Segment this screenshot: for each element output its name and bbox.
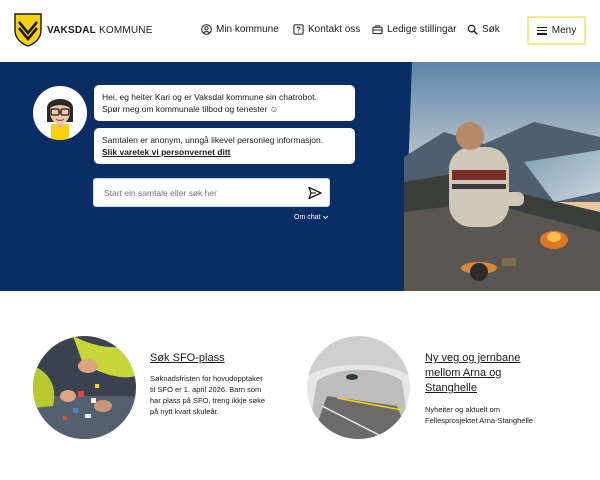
nav-label: Søk [482, 24, 500, 35]
menu-button[interactable]: Meny [527, 16, 586, 45]
logo-text: VAKSDAL KOMMUNE [47, 24, 153, 36]
nav-label: Min kommune [216, 24, 279, 35]
chat-privacy-bubble: Samtalen er anonym, unngå likevel person… [94, 128, 355, 164]
greeting-line-2: Spør meg om kommunale tilbod og tenester… [102, 104, 279, 114]
text-line: til SFO er 1. april 2026. Barn som [150, 385, 262, 394]
site-header: VAKSDAL KOMMUNE Min kommune Kontakt oss … [0, 0, 600, 62]
hero-photo [404, 62, 600, 291]
briefcase-icon [372, 25, 383, 35]
title-line: mellom Arna og [425, 367, 502, 379]
chat-greeting-bubble: Hei, eg heiter Kari og er Vaksdal kommun… [94, 85, 355, 121]
hero-section: Hei, eg heiter Kari og er Vaksdal kommun… [0, 62, 600, 291]
search-icon [467, 24, 478, 35]
menu-label: Meny [551, 25, 577, 36]
about-chat-toggle[interactable]: Om chat [294, 214, 329, 221]
chat-search-box [93, 178, 330, 207]
road-card-image[interactable] [307, 336, 410, 439]
sfo-card-image[interactable] [33, 336, 136, 439]
nav-label: Ledige stillingar [387, 24, 457, 35]
title-line: Ny veg og jernbane [425, 352, 521, 364]
nav-min-kommune[interactable]: Min kommune [201, 24, 279, 35]
greeting-line-1: Hei, eg heiter Kari og er Vaksdal kommun… [102, 92, 317, 102]
nav-sok[interactable]: Søk [467, 24, 500, 35]
text-line: Fellesprosjektet Arna-Stanghelle [425, 416, 533, 425]
sfo-card-title[interactable]: Søk SFO-plass [150, 351, 225, 366]
chat-search-input[interactable] [104, 187, 294, 198]
coat-of-arms-icon [14, 13, 42, 47]
user-circle-icon [201, 24, 212, 35]
hamburger-icon [536, 26, 547, 35]
chevron-down-icon [323, 215, 329, 220]
question-box-icon [293, 24, 304, 35]
privacy-link[interactable]: Slik varetek vi personvernet ditt [102, 146, 347, 158]
chatbot-avatar [33, 86, 87, 140]
send-icon[interactable] [308, 186, 322, 200]
text-line: på nytt kvart skuleår. [150, 407, 219, 416]
site-logo[interactable]: VAKSDAL KOMMUNE [14, 13, 153, 47]
nav-ledige-stillingar[interactable]: Ledige stillingar [372, 24, 457, 35]
title-line: Stanghelle [425, 382, 477, 394]
about-chat-label: Om chat [294, 214, 321, 221]
chatbot-face-icon [47, 99, 73, 140]
road-card-text: Nyheiter og aktuelt om Fellesprosjektet … [425, 404, 533, 426]
nav-kontakt-oss[interactable]: Kontakt oss [293, 24, 360, 35]
sfo-card-text: Søknadsfristen for hovudopptaket til SFO… [150, 373, 265, 417]
text-line: har plass på SFO, treng ikkje søke [150, 396, 266, 405]
road-card-title[interactable]: Ny veg og jernbane mellom Arna og Stangh… [425, 351, 520, 396]
children-playing-image [33, 336, 136, 439]
text-line: Nyheiter og aktuelt om [425, 405, 501, 414]
privacy-text: Samtalen er anonym, unngå likevel person… [102, 135, 324, 145]
tunnel-image [307, 336, 410, 439]
nav-label: Kontakt oss [308, 24, 361, 35]
text-line: Søknadsfristen for hovudopptaket [150, 374, 263, 383]
